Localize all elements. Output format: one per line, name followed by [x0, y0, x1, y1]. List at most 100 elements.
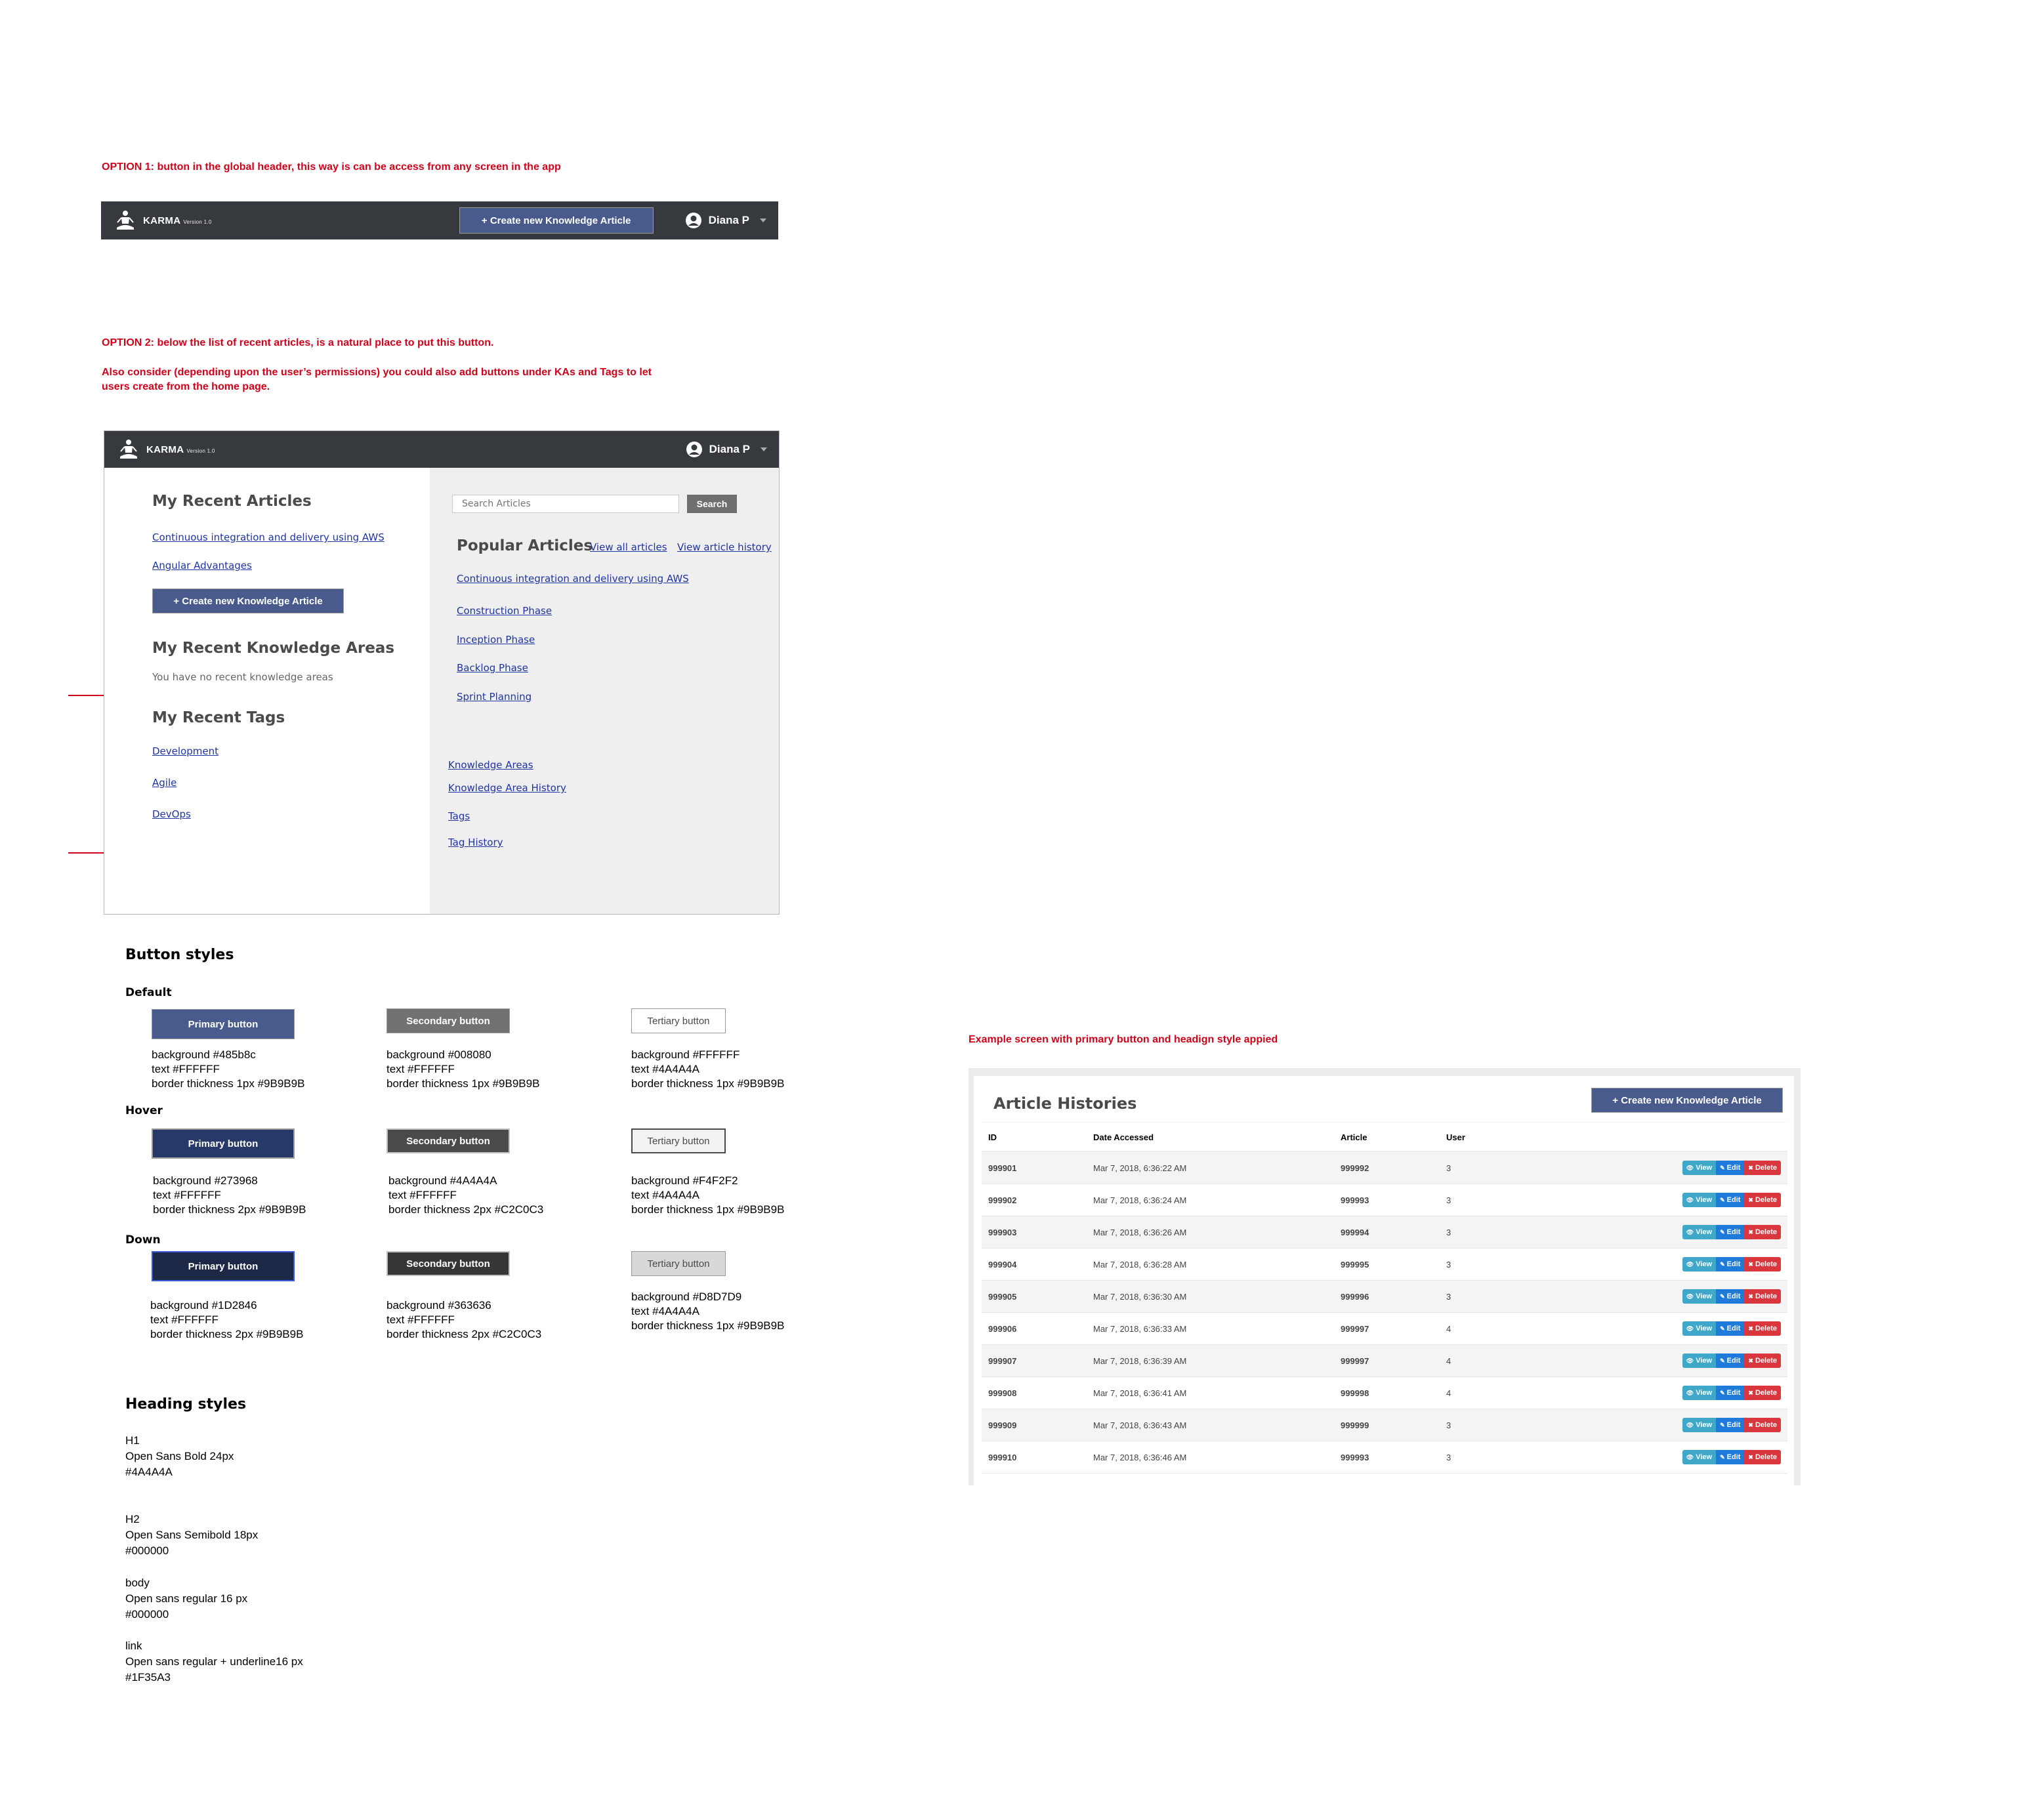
view-button[interactable]: 👁︎ View — [1682, 1289, 1717, 1304]
knowledge-area-history-link[interactable]: Knowledge Area History — [448, 782, 566, 794]
secondary-button-down[interactable]: Secondary button — [386, 1251, 510, 1276]
delete-button[interactable]: ✖ Delete — [1744, 1225, 1781, 1239]
spec-line: text #4A4A4A — [631, 1063, 699, 1075]
style-font: Open sans regular + underline16 px — [125, 1655, 303, 1668]
delete-button[interactable]: ✖ Delete — [1744, 1418, 1781, 1432]
delete-button[interactable]: ✖ Delete — [1744, 1161, 1781, 1175]
view-button[interactable]: 👁︎ View — [1682, 1225, 1717, 1239]
style-name: H1 — [125, 1434, 140, 1447]
search-input[interactable] — [452, 495, 679, 513]
view-button[interactable]: 👁︎ View — [1682, 1450, 1717, 1464]
spec-line: text #4A4A4A — [631, 1189, 699, 1201]
view-button[interactable]: 👁︎ View — [1682, 1418, 1717, 1432]
view-article-history-link[interactable]: View article history — [677, 541, 772, 553]
edit-button[interactable]: ✎ Edit — [1716, 1450, 1745, 1464]
recent-tag-link[interactable]: Development — [152, 745, 219, 757]
cell-article: 999998 — [1334, 1376, 1440, 1409]
tertiary-button-default[interactable]: Tertiary button — [631, 1008, 726, 1033]
tertiary-button-hover[interactable]: Tertiary button — [631, 1128, 726, 1153]
column-header[interactable]: User — [1440, 1123, 1577, 1152]
delete-label: Delete — [1755, 1260, 1777, 1268]
recent-article-link[interactable]: Angular Advantages — [152, 560, 252, 571]
secondary-button-default[interactable]: Secondary button — [386, 1008, 510, 1033]
cell-article: 999997 — [1334, 1312, 1440, 1345]
popular-article-link[interactable]: Construction Phase — [457, 605, 552, 617]
view-button[interactable]: 👁︎ View — [1682, 1321, 1717, 1336]
style-color: #000000 — [125, 1544, 169, 1557]
recent-article-link[interactable]: Continuous integration and delivery usin… — [152, 531, 385, 543]
view-button[interactable]: 👁︎ View — [1682, 1386, 1717, 1400]
edit-label: Edit — [1726, 1292, 1741, 1300]
edit-button[interactable]: ✎ Edit — [1716, 1386, 1745, 1400]
column-header[interactable]: Article — [1334, 1123, 1440, 1152]
spec-line: background #273968 — [153, 1174, 258, 1187]
primary-button-hover[interactable]: Primary button — [152, 1128, 295, 1159]
cell-date: Mar 7, 2018, 6:36:46 AM — [1087, 1441, 1334, 1474]
tag-history-link[interactable]: Tag History — [448, 837, 503, 848]
cell-actions: 👁︎ View ✎ Edit ✖ Delete — [1577, 1409, 1787, 1441]
home-page-mockup: KARMA Version 1.0 Diana P My Recent Artic… — [104, 430, 780, 915]
popular-article-link[interactable]: Backlog Phase — [457, 662, 528, 674]
create-article-button[interactable]: + Create new Knowledge Article — [1591, 1088, 1783, 1113]
popular-article-link[interactable]: Inception Phase — [457, 634, 535, 646]
delete-button[interactable]: ✖ Delete — [1744, 1289, 1781, 1304]
search-button[interactable]: Search — [687, 495, 737, 513]
popular-article-link[interactable]: Sprint Planning — [457, 691, 532, 703]
view-label: View — [1696, 1228, 1713, 1236]
popular-article-link[interactable]: Continuous integration and delivery usin… — [457, 573, 689, 585]
style-color: #1F35A3 — [125, 1671, 171, 1684]
heading-style-link: link Open sans regular + underline16 px … — [125, 1638, 303, 1685]
brand-logo[interactable]: KARMA Version 1.0 — [117, 438, 215, 461]
eye-icon: 👁︎ — [1686, 1389, 1694, 1396]
secondary-button-hover[interactable]: Secondary button — [386, 1128, 510, 1153]
edit-button[interactable]: ✎ Edit — [1716, 1289, 1745, 1304]
view-button[interactable]: 👁︎ View — [1682, 1353, 1717, 1368]
recent-areas-heading: My Recent Knowledge Areas — [152, 640, 395, 657]
user-menu[interactable]: Diana P — [686, 441, 767, 458]
cell-actions: 👁︎ View ✎ Edit ✖ Delete — [1577, 1376, 1787, 1409]
delete-button[interactable]: ✖ Delete — [1744, 1386, 1781, 1400]
pencil-icon: ✎ — [1720, 1389, 1725, 1396]
user-menu[interactable]: Diana P — [685, 212, 766, 229]
edit-button[interactable]: ✎ Edit — [1716, 1193, 1745, 1207]
delete-button[interactable]: ✖ Delete — [1744, 1353, 1781, 1368]
pencil-icon: ✎ — [1720, 1196, 1725, 1203]
delete-button[interactable]: ✖ Delete — [1744, 1257, 1781, 1271]
cell-user: 4 — [1440, 1344, 1577, 1377]
column-header[interactable]: Date Accessed — [1087, 1123, 1334, 1152]
primary-button-default[interactable]: Primary button — [152, 1009, 295, 1039]
edit-button[interactable]: ✎ Edit — [1716, 1353, 1745, 1368]
edit-button[interactable]: ✎ Edit — [1716, 1321, 1745, 1336]
cell-date: Mar 7, 2018, 6:36:33 AM — [1087, 1312, 1334, 1345]
edit-button[interactable]: ✎ Edit — [1716, 1225, 1745, 1239]
recent-tag-link[interactable]: Agile — [152, 777, 177, 789]
edit-button[interactable]: ✎ Edit — [1716, 1161, 1745, 1175]
table-row: 999910 Mar 7, 2018, 6:36:46 AM 999993 3 👁︎ Vi… — [982, 1441, 1787, 1474]
recent-tag-link[interactable]: DevOps — [152, 808, 191, 820]
spec-line: background #485b8c — [152, 1048, 256, 1061]
edit-label: Edit — [1726, 1260, 1741, 1268]
heading-style-body: body Open sans regular 16 px #000000 — [125, 1575, 247, 1622]
edit-button[interactable]: ✎ Edit — [1716, 1257, 1745, 1271]
spec-line: border thickness 2px #9B9B9B — [153, 1203, 306, 1216]
view-all-articles-link[interactable]: View all articles — [590, 541, 667, 553]
view-button[interactable]: 👁︎ View — [1682, 1257, 1717, 1271]
eye-icon: 👁︎ — [1686, 1292, 1694, 1300]
column-header[interactable]: ID — [982, 1123, 1087, 1152]
create-article-button[interactable]: + Create new Knowledge Article — [459, 207, 654, 234]
tags-link[interactable]: Tags — [448, 810, 470, 822]
tertiary-button-down[interactable]: Tertiary button — [631, 1251, 726, 1276]
delete-button[interactable]: ✖ Delete — [1744, 1193, 1781, 1207]
article-history-table: ID Date Accessed Article User 999901 Mar … — [982, 1123, 1787, 1474]
view-button[interactable]: 👁︎ View — [1682, 1193, 1717, 1207]
edit-button[interactable]: ✎ Edit — [1716, 1418, 1745, 1432]
brand-logo[interactable]: KARMA Version 1.0 — [114, 209, 212, 232]
delete-button[interactable]: ✖ Delete — [1744, 1321, 1781, 1336]
create-article-button[interactable]: + Create new Knowledge Article — [152, 589, 344, 613]
delete-button[interactable]: ✖ Delete — [1744, 1450, 1781, 1464]
primary-button-down[interactable]: Primary button — [152, 1251, 295, 1281]
divider — [982, 1122, 1786, 1123]
brand-name: KARMA — [146, 444, 184, 455]
knowledge-areas-link[interactable]: Knowledge Areas — [448, 759, 533, 771]
view-button[interactable]: 👁︎ View — [1682, 1161, 1717, 1175]
